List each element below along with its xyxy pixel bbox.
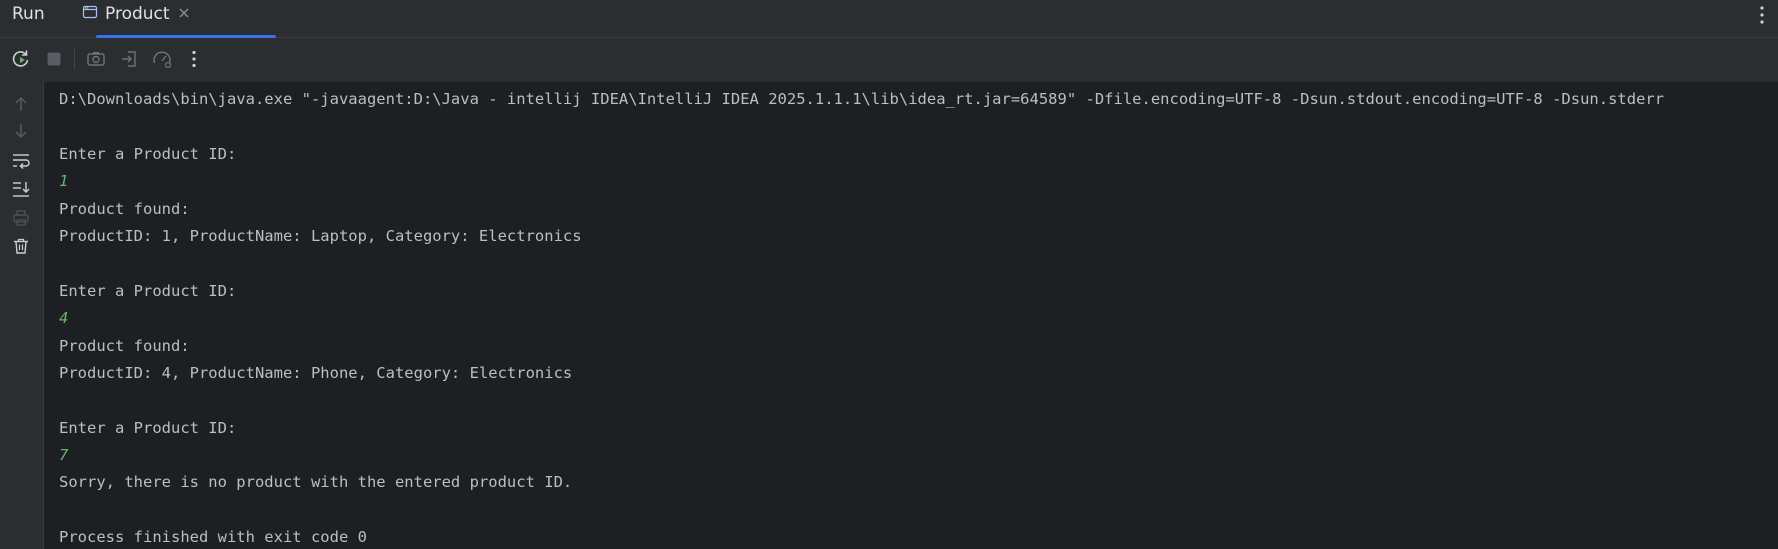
console-line: D:\Downloads\bin\java.exe "-javaagent:D:… (59, 90, 1665, 108)
more-options-button[interactable] (182, 47, 206, 71)
tool-window-title[interactable]: Run (12, 4, 45, 24)
soft-wrap-button[interactable] (10, 150, 32, 172)
console-line: Enter a Product ID: (59, 144, 237, 163)
screenshot-button[interactable] (84, 47, 108, 71)
scroll-to-end-button[interactable] (10, 178, 32, 200)
rerun-button[interactable] (9, 47, 33, 71)
console-line: ProductID: 1, ProductName: Laptop, Categ… (59, 226, 582, 245)
run-toolbar (0, 38, 1778, 82)
console-side-toolbar (0, 82, 44, 549)
print-button[interactable] (10, 207, 32, 229)
console-lines: D:\Downloads\bin\java.exe "-javaagent:D:… (59, 86, 1664, 549)
window-icon (82, 5, 98, 19)
console-user-input: 1 (59, 172, 69, 191)
console-line: Product found: (59, 336, 190, 355)
screenshot-icon (87, 52, 105, 66)
more-vertical-icon (192, 50, 196, 68)
arrow-down-icon (15, 124, 27, 138)
print-icon (13, 210, 29, 226)
previous-occurrence-button[interactable] (10, 93, 32, 115)
console-line: Sorry, there is no product with the ente… (59, 473, 573, 492)
rerun-icon (12, 50, 29, 67)
arrow-up-icon (15, 97, 27, 111)
console-line: Enter a Product ID: (59, 418, 237, 437)
tool-window-header: Run Product (0, 0, 1778, 38)
next-occurrence-button[interactable] (10, 120, 32, 142)
stop-icon (47, 52, 61, 66)
stop-button[interactable] (42, 47, 66, 71)
more-vertical-icon[interactable] (1756, 4, 1768, 26)
console-user-input: 4 (59, 309, 69, 328)
profiler-button[interactable] (150, 47, 174, 71)
tab-product[interactable]: Product (72, 0, 276, 38)
console-line: Product found: (59, 199, 190, 218)
console-line: Process finished with exit code 0 (59, 528, 367, 547)
clear-all-button[interactable] (10, 235, 32, 257)
run-tool-window: Run Product D:\Downloads\bin\java.exe "-… (0, 0, 1778, 549)
console-output[interactable]: D:\Downloads\bin\java.exe "-javaagent:D:… (44, 82, 1778, 549)
login-icon (122, 51, 136, 67)
profiler-icon (153, 51, 172, 69)
tab-label: Product (105, 4, 170, 24)
login-button[interactable] (117, 47, 141, 71)
toolbar-separator (74, 48, 75, 70)
console-line: Enter a Product ID: (59, 281, 237, 300)
soft-wrap-icon (13, 154, 30, 169)
trash-icon (14, 238, 28, 254)
close-icon[interactable] (177, 6, 191, 20)
scroll-to-end-icon (13, 182, 30, 197)
console-line: ProductID: 4, ProductName: Phone, Catego… (59, 363, 573, 382)
console-user-input: 7 (59, 446, 69, 465)
